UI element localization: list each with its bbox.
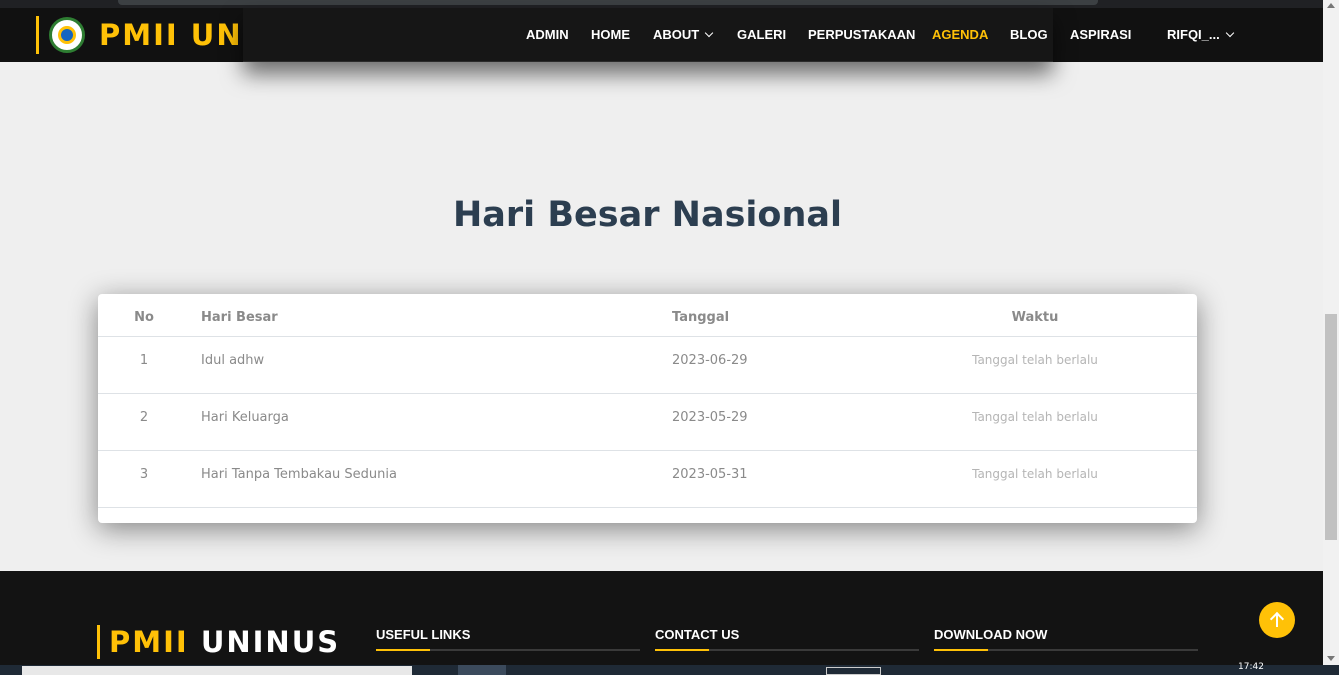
- cell-waktu: Tanggal telah berlalu: [972, 467, 1098, 481]
- cell-hari: Idul adhw: [201, 353, 265, 368]
- footer-brand-part2: UNINUS: [200, 625, 341, 659]
- nav-aspirasi[interactable]: ASPIRASI: [1070, 27, 1131, 42]
- col-tanggal: Tanggal: [672, 310, 730, 325]
- footer-contact-title: CONTACT US: [655, 627, 740, 642]
- cell-no: 1: [139, 353, 149, 368]
- scroll-up-icon[interactable]: [1327, 3, 1335, 8]
- os-taskbar: 17:42: [0, 662, 1339, 675]
- footer-download-title: DOWNLOAD NOW: [934, 627, 1048, 642]
- nav-user-menu[interactable]: RIFQI_...: [1167, 27, 1234, 42]
- footer-useful-links-title: USEFUL LINKS: [376, 627, 471, 642]
- back-to-top-button[interactable]: [1259, 602, 1295, 638]
- cell-no: 3: [139, 467, 149, 482]
- site-footer: PMII UNINUS USEFUL LINKS CONTACT US DOWN…: [0, 571, 1323, 665]
- cell-tanggal: 2023-05-31: [672, 467, 748, 482]
- nav-agenda-label: AGENDA: [932, 27, 989, 42]
- col-hari-besar: Hari Besar: [201, 310, 278, 325]
- nav-about-label: ABOUT: [653, 27, 700, 42]
- nav-home-label: HOME: [591, 27, 630, 42]
- holiday-table: No Hari Besar Tanggal Waktu 1 Idul adhw …: [98, 294, 1197, 523]
- scroll-down-icon[interactable]: [1327, 656, 1335, 661]
- nav-blog-label: BLOG: [1010, 27, 1048, 42]
- pmii-logo-icon: [49, 17, 85, 53]
- footer-download: DOWNLOAD NOW: [934, 627, 1198, 651]
- nav-aspirasi-label: ASPIRASI: [1070, 27, 1132, 42]
- col-waktu: Waktu: [1011, 310, 1059, 325]
- table-row: 3 Hari Tanpa Tembakau Sedunia 2023-05-31…: [98, 451, 1197, 508]
- col-no: No: [134, 310, 154, 325]
- taskbar-clock: 17:42: [1238, 662, 1264, 672]
- page-scrollbar[interactable]: [1323, 0, 1339, 665]
- cell-hari: Hari Keluarga: [201, 410, 289, 425]
- nav-admin-label: ADMIN: [526, 27, 569, 42]
- footer-divider: [376, 649, 640, 651]
- cell-waktu: Tanggal telah berlalu: [972, 353, 1098, 367]
- nav-blog[interactable]: BLOG: [1010, 27, 1048, 42]
- cell-no: 2: [139, 410, 149, 425]
- footer-brand-part1: PMII: [109, 625, 189, 659]
- table-header: No Hari Besar Tanggal Waktu: [98, 294, 1197, 337]
- table-row: 1 Idul adhw 2023-06-29 Tanggal telah ber…: [98, 337, 1197, 394]
- nav-perpustakaan-label: PERPUSTAKAAN: [808, 27, 916, 42]
- page-title: Hari Besar Nasional: [453, 195, 842, 235]
- nav-admin[interactable]: ADMIN: [526, 27, 569, 42]
- footer-contact: CONTACT US: [655, 627, 919, 651]
- cell-tanggal: 2023-05-29: [672, 410, 748, 425]
- taskbar-search[interactable]: [22, 666, 412, 675]
- footer-divider: [655, 649, 919, 651]
- footer-useful-links: USEFUL LINKS: [376, 627, 640, 651]
- nav-home[interactable]: HOME: [591, 27, 630, 42]
- scroll-thumb[interactable]: [1325, 314, 1337, 540]
- footer-divider: [934, 649, 1198, 651]
- cell-tanggal: 2023-06-29: [672, 353, 748, 368]
- cell-waktu: Tanggal telah berlalu: [972, 410, 1098, 424]
- nav-user-label: RIFQI_...: [1167, 27, 1220, 42]
- taskbar-item[interactable]: [826, 667, 881, 675]
- nav-perpustakaan[interactable]: PERPUSTAKAAN: [808, 27, 915, 42]
- nav-agenda[interactable]: AGENDA: [932, 27, 988, 42]
- browser-tab-strip: [0, 0, 1323, 8]
- browser-tab-bar: [118, 0, 1098, 5]
- nav-about[interactable]: ABOUT: [653, 27, 714, 42]
- nav-galeri[interactable]: GALERI: [737, 27, 786, 42]
- taskbar-app[interactable]: [458, 665, 506, 675]
- chevron-down-icon: [704, 28, 714, 37]
- nav-galeri-label: GALERI: [737, 27, 787, 42]
- arrow-up-icon: [1271, 613, 1283, 627]
- cell-hari: Hari Tanpa Tembakau Sedunia: [201, 467, 397, 482]
- table-row: 2 Hari Keluarga 2023-05-29 Tanggal telah…: [98, 394, 1197, 451]
- chevron-down-icon: [1225, 28, 1234, 37]
- footer-brand[interactable]: PMII UNINUS: [97, 625, 340, 659]
